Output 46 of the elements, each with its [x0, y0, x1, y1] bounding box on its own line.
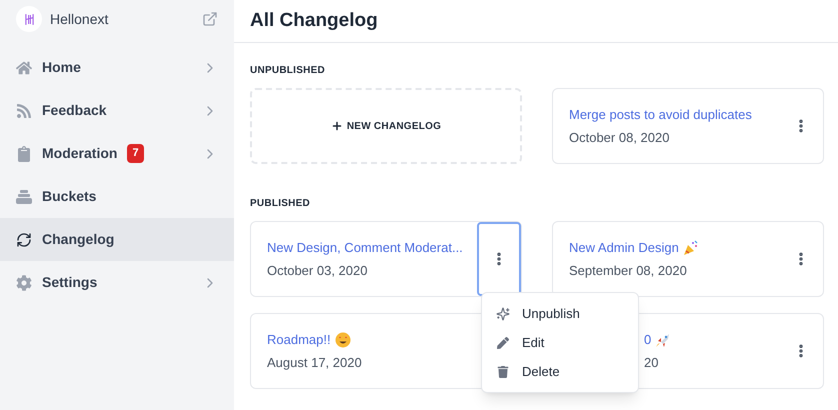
menu-item[interactable]: Edit [482, 328, 638, 357]
sidebar-item[interactable]: Settings [0, 261, 234, 304]
sidebar-item[interactable]: Moderation 7 [0, 132, 234, 175]
sidebar-item[interactable]: Home [0, 46, 234, 89]
post-title[interactable]: Roadmap!! [267, 330, 331, 350]
post-title[interactable]: New Design, Comment Moderat... [267, 238, 463, 258]
clipboard-icon [16, 146, 32, 162]
refresh-icon [16, 232, 32, 248]
sidebar-label: Settings [42, 273, 98, 292]
sidebar-label: Buckets [42, 187, 96, 206]
settings-icon [16, 274, 32, 290]
external-link-icon[interactable] [202, 11, 218, 27]
stack-icon [16, 188, 32, 204]
trash-icon [497, 366, 509, 378]
menu-item[interactable]: Unpublish [482, 299, 638, 328]
party-popper-icon [682, 240, 699, 256]
post-date: October 08, 2020 [569, 128, 670, 146]
pencil-icon [497, 336, 509, 348]
sidebar-item[interactable]: Buckets [0, 175, 234, 218]
post-title[interactable]: Merge posts to avoid duplicates [569, 105, 752, 124]
sidebar-item[interactable]: Changelog [0, 218, 234, 261]
brand-logo [16, 6, 42, 32]
post-date: August 17, 2020 [267, 354, 363, 372]
post-title[interactable]: New Admin Design [569, 238, 679, 258]
post-date: 20 [644, 354, 660, 372]
sidebar-label: Home [42, 58, 81, 77]
sidebar-label: Moderation [42, 144, 118, 163]
sidebar-label: Changelog [42, 230, 114, 249]
sparkle-icon [496, 306, 510, 320]
sidebar-label: Feedback [42, 101, 107, 120]
rocket-icon [655, 332, 672, 348]
post-date: September 08, 2020 [569, 262, 688, 280]
smiley-icon [334, 332, 351, 348]
sidebar-item[interactable]: Feedback [0, 89, 234, 132]
home-icon [16, 60, 32, 76]
count-badge: 7 [127, 144, 144, 163]
menu-item[interactable]: Delete [482, 357, 638, 386]
rss-icon [16, 102, 32, 118]
page-title: All Changelog [250, 8, 378, 33]
new-changelog-button[interactable]: NEW CHANGELOG [250, 88, 522, 164]
post-date: October 03, 2020 [267, 262, 368, 280]
post-title[interactable]: 0 [644, 330, 652, 350]
brand-name: Hellonext [50, 10, 110, 28]
section-heading: PUBLISHED [250, 197, 312, 211]
plus-icon [330, 120, 343, 132]
section-heading: UNPUBLISHED [250, 64, 326, 78]
